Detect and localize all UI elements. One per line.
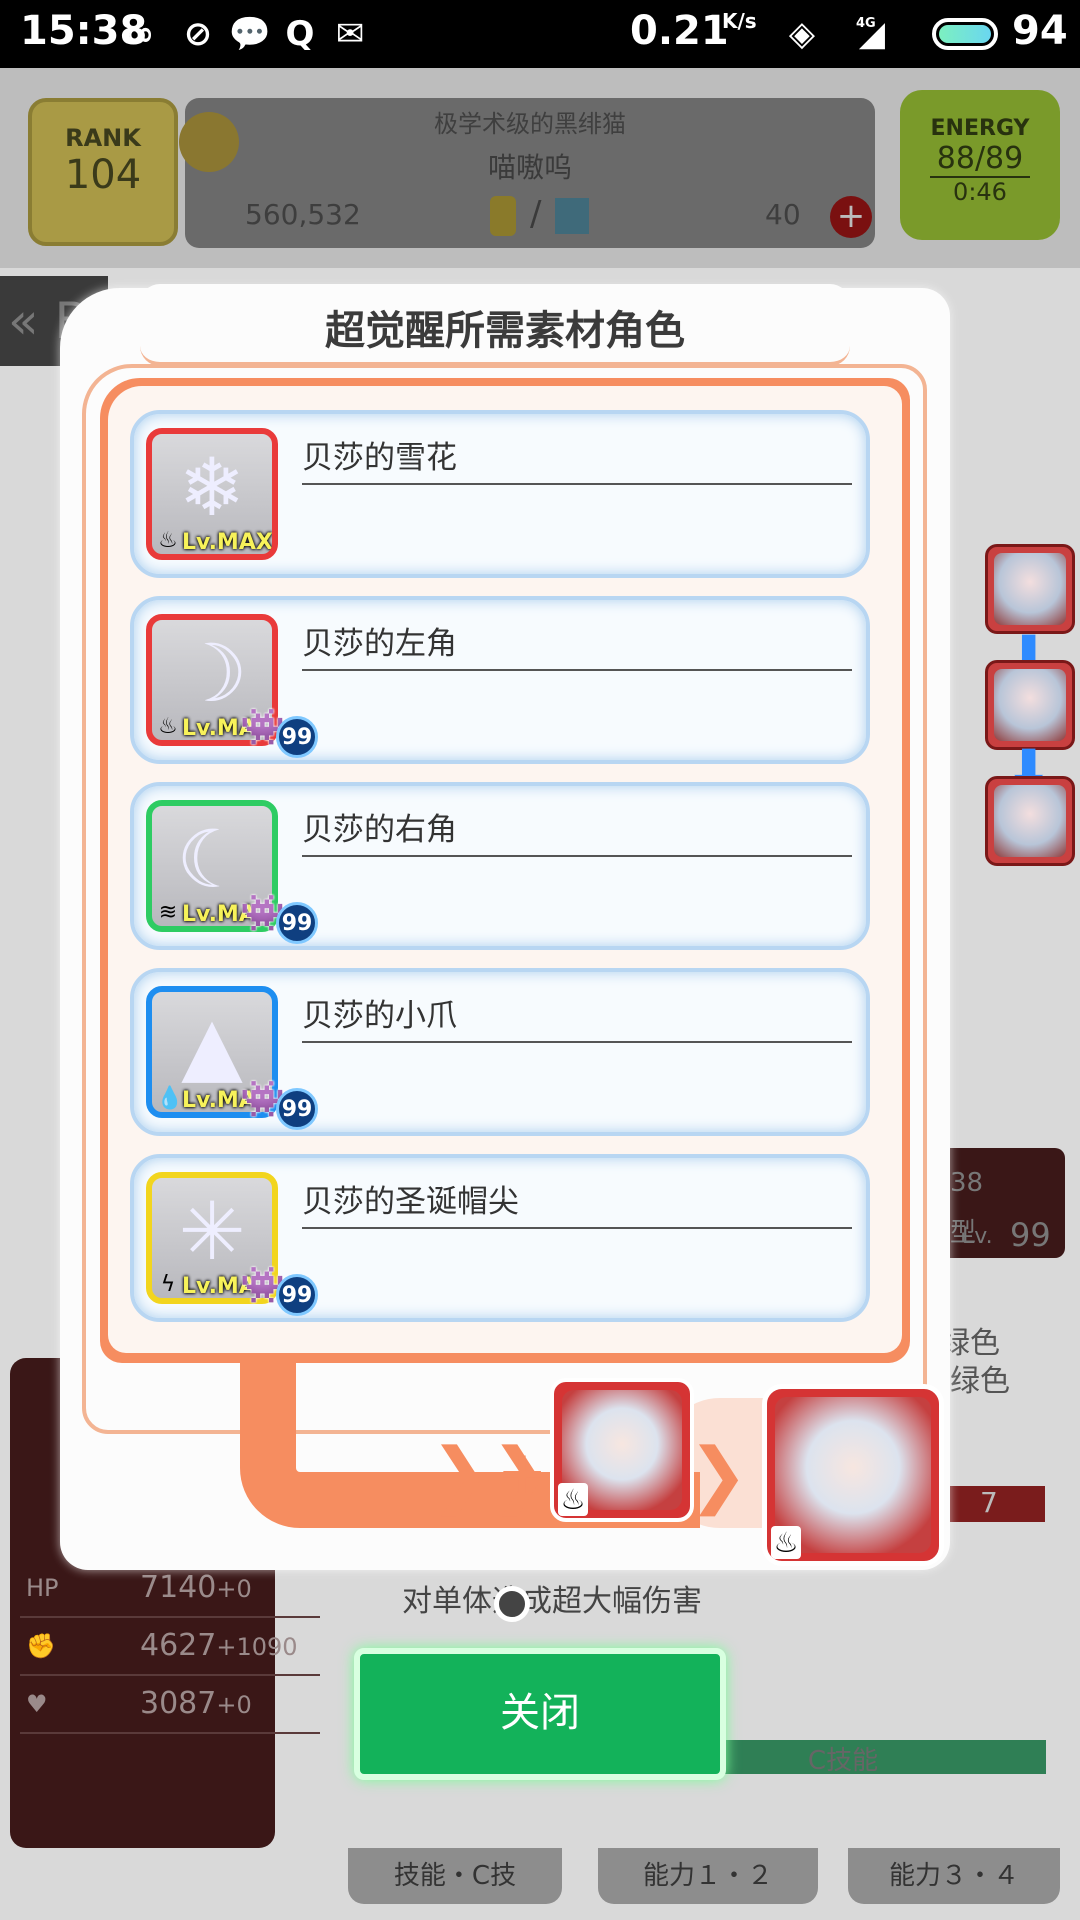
signal-icon: ◢ (858, 14, 886, 54)
player-name: 喵嗷呜 (487, 151, 572, 184)
fire-element-icon: ♨ (558, 1483, 588, 1516)
stat-key: HP (26, 1574, 59, 1602)
fist-icon: ✊ (26, 1632, 56, 1660)
network-speed: 0.21 (630, 8, 729, 54)
count-badge: 99 (276, 902, 318, 944)
infinity-icon: ∞ (125, 14, 155, 54)
water-element-icon: 💧 (156, 1086, 184, 1111)
fire-element-icon: ♨ (158, 528, 178, 553)
tab-ability-1-2[interactable]: 能力１・２ (598, 1848, 818, 1904)
qq-icon: Q (285, 14, 315, 54)
stat-row-hp: HP 7140+0 (20, 1568, 320, 1618)
material-row[interactable]: ☽ ♨ Lv.MA 👾 99 贝莎的左角 (130, 596, 870, 764)
red-stat-bar: 7 (940, 1486, 1045, 1522)
fire-element-icon: ♨ (158, 714, 178, 739)
wind-element-icon: ≋ (158, 900, 178, 925)
material-name: 贝莎的雪花 (302, 432, 852, 485)
dialog-title: 超觉醒所需素材角色 (325, 308, 685, 354)
evolution-stage-3 (985, 776, 1075, 866)
material-name: 贝莎的左角 (302, 618, 852, 671)
stat-row-def: ♥ 3087+0 (20, 1684, 320, 1734)
detail-tabs: 技能・C技 能力１・２ 能力３・４ (300, 1848, 1080, 1908)
tab-skill[interactable]: 技能・C技 (348, 1848, 562, 1904)
thunder-element-icon: ϟ (160, 1272, 176, 1297)
energy-label: ENERGY (930, 116, 1030, 141)
ability-line-2: 绿色 (950, 1364, 1010, 1399)
touch-indicator (494, 1586, 530, 1622)
count-badge: 99 (276, 1274, 318, 1316)
material-row[interactable]: ❄ ♨ Lv.MAX 贝莎的雪花 (130, 410, 870, 578)
rank-box: RANK 104 (28, 98, 178, 246)
guild-name: 极学术级的黑绯猫 (434, 110, 626, 138)
energy-value: 88/89 (930, 141, 1030, 178)
awakening-materials-dialog: 超觉醒所需素材角色 ❄ ♨ Lv.MAX 贝莎的雪花 ☽ ♨ Lv.MA 👾 99 贝莎的左角 ☾ ≋… (60, 284, 950, 1570)
heart-icon: ♥ (26, 1690, 48, 1718)
status-bar: 15:38 ∞ ⊘ 💬 Q ✉ 0.21 K/s ◈ 4G ◢ 94 (0, 0, 1080, 68)
do-not-disturb-icon: ⊘ (183, 14, 213, 54)
fire-element-icon: ♨ (771, 1526, 801, 1559)
count-badge: 99 (276, 1088, 318, 1130)
close-button[interactable]: 关闭 (354, 1648, 726, 1780)
stat-row-atk: ✊ 4627+1090 (20, 1626, 320, 1676)
currency-separator: / (530, 194, 542, 234)
stat-value: 4627 (140, 1628, 217, 1663)
info-value-1: 38 (950, 1168, 984, 1198)
battery-icon (932, 18, 998, 50)
gold-amount: 560,532 (245, 198, 361, 231)
material-icon[interactable]: ❄ ♨ Lv.MAX (146, 428, 278, 560)
material-row[interactable]: ☾ ≋ Lv.MA 👾 99 贝莎的右角 (130, 782, 870, 950)
chat-icon: 💬 (228, 14, 272, 54)
max-level-label: Lv. (962, 1224, 993, 1249)
count-badge: 99 (276, 716, 318, 758)
material-row[interactable]: ▲ 💧 Lv.MA 👾 99 贝莎的小爪 (130, 968, 870, 1136)
material-name: 贝莎的右角 (302, 804, 852, 857)
level-label: Lv.MAX (182, 530, 273, 555)
top-bar: RANK 104 极学术级的黑绯猫 喵嗷呜 560,532 / 40 + ENE… (0, 68, 1080, 268)
gem-amount: 40 (765, 198, 801, 231)
skill-description: 对单体造成超大幅伤害 (402, 1584, 702, 1619)
tab-ability-3-4[interactable]: 能力３・４ (848, 1848, 1060, 1904)
energy-box: ENERGY 88/89 0:46 (900, 90, 1060, 240)
rank-label: RANK (65, 124, 141, 152)
stat-bonus: +0 (216, 1575, 252, 1603)
network-speed-unit: K/s (722, 9, 757, 33)
max-level-value: 99 (1010, 1216, 1051, 1254)
gold-coin-icon (490, 196, 516, 236)
material-name: 贝莎的小爪 (302, 990, 852, 1043)
vpn-diamond-icon: ◈ (788, 14, 816, 54)
material-art-icon: ❄ (178, 441, 246, 534)
rank-value: 104 (64, 152, 142, 198)
energy-timer: 0:46 (953, 178, 1007, 206)
awakened-character-card[interactable]: ♨ (762, 1384, 944, 1566)
stat-value: 7140 (140, 1570, 217, 1605)
battery-level: 94 (1012, 8, 1068, 54)
gem-icon (555, 198, 589, 234)
material-name: 贝莎的圣诞帽尖 (302, 1176, 852, 1229)
evolution-stage-1 (985, 544, 1075, 634)
mail-icon: ✉ (335, 14, 365, 54)
evolution-stage-2 (985, 660, 1075, 750)
material-row[interactable]: ✳ ϟ Lv.MA 👾 99 贝莎的圣诞帽尖 (130, 1154, 870, 1322)
base-character-card[interactable]: ♨ (550, 1378, 694, 1522)
chevron-right-icon: ❯ (688, 1432, 749, 1516)
stat-bonus: +1090 (216, 1633, 298, 1661)
stat-value: 3087 (140, 1686, 217, 1721)
player-info-bar: 极学术级的黑绯猫 喵嗷呜 560,532 / 40 + (179, 98, 875, 248)
plus-icon: + (497, 1438, 548, 1508)
add-gems-button[interactable]: + (830, 196, 872, 238)
stat-bonus: +0 (216, 1691, 252, 1719)
